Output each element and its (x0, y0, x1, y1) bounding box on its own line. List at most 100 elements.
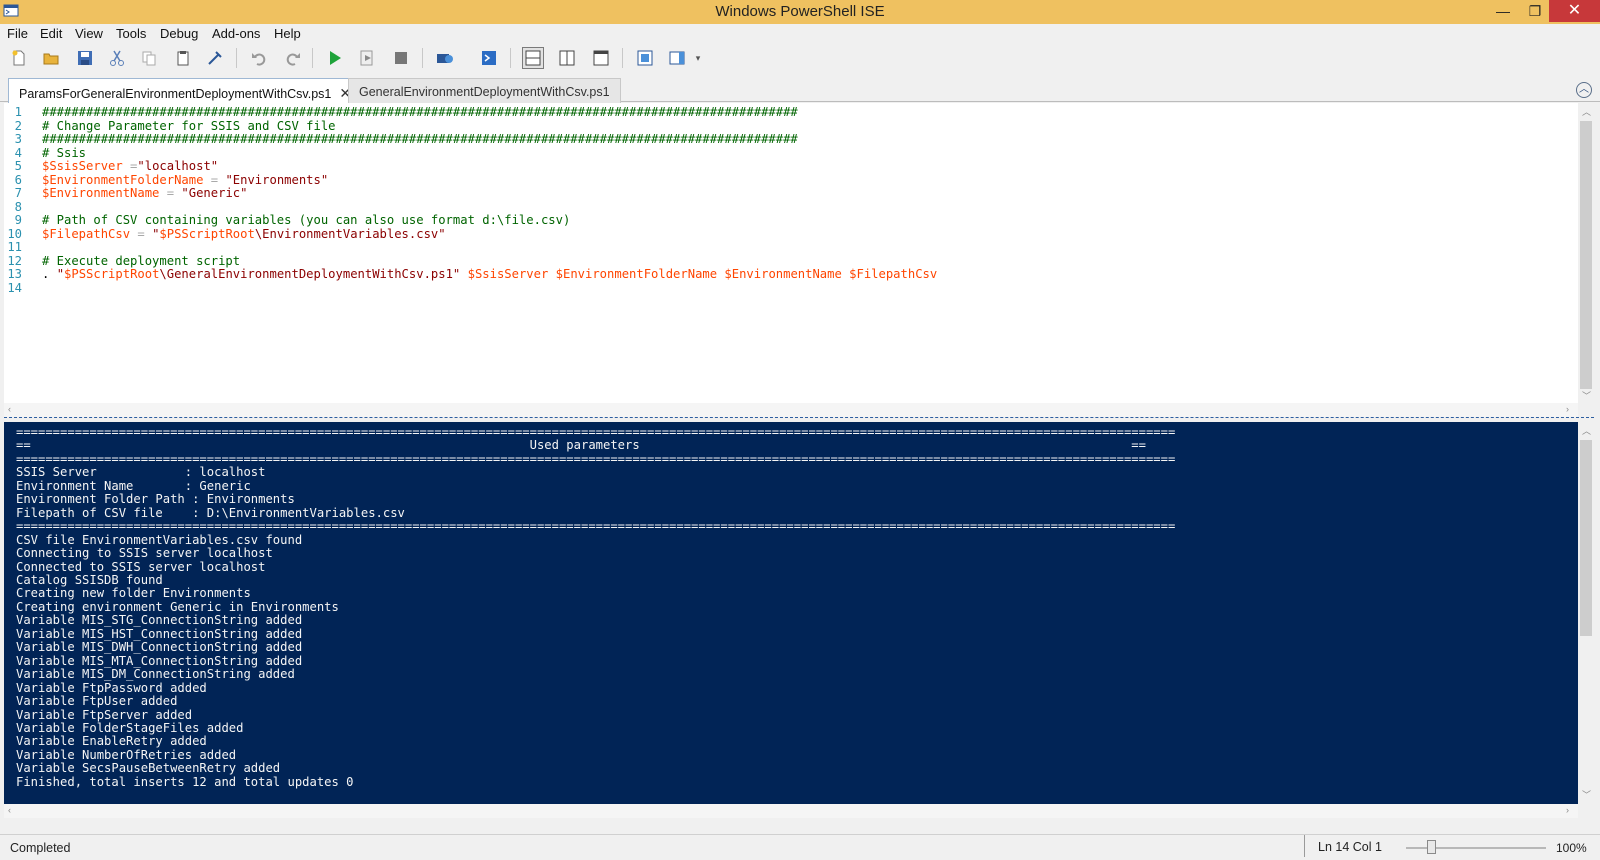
run-selection-icon[interactable] (356, 47, 378, 69)
code-line: 14 (4, 280, 937, 296)
toolbar-separator (422, 48, 423, 68)
code-line: 6 $EnvironmentFolderName = "Environments" (4, 172, 937, 188)
title-bar: Windows PowerShell ISE — ❐ ✕ (0, 0, 1600, 24)
code-token: "localhost" (137, 159, 219, 173)
code-token: $EnvironmentFolderName (42, 172, 204, 187)
menu-addons[interactable]: Add-ons (212, 26, 260, 41)
layout-top-icon[interactable] (522, 47, 544, 69)
line-number: 3 (14, 132, 22, 146)
editor-horizontal-scrollbar[interactable]: ‹ › (4, 403, 1578, 417)
console-pane[interactable]: ========================================… (4, 422, 1578, 804)
editor-vertical-scrollbar[interactable]: ︿ ﹀ (1578, 103, 1594, 403)
scroll-left-icon[interactable]: ‹ (8, 404, 11, 414)
show-commands-icon[interactable] (666, 47, 688, 69)
code-token: = (122, 159, 138, 173)
code-token: \GeneralEnvironmentDeploymentWithCsv.ps1… (159, 267, 461, 281)
console-vertical-scrollbar[interactable]: ︿ ﹀ (1578, 422, 1594, 804)
code-token: = (130, 226, 153, 241)
paste-icon[interactable] (172, 47, 194, 69)
scroll-up-icon[interactable]: ︿ (1582, 105, 1591, 118)
console-horizontal-scrollbar[interactable]: ‹ › (4, 804, 1578, 818)
menu-debug[interactable]: Debug (160, 26, 198, 41)
pane-splitter[interactable] (4, 417, 1594, 421)
tab-params-script[interactable]: ParamsForGeneralEnvironmentDeploymentWit… (8, 78, 363, 103)
scroll-down-icon[interactable]: ﹀ (1582, 788, 1591, 801)
maximize-button[interactable]: ❐ (1520, 0, 1550, 22)
run-icon[interactable] (324, 47, 346, 69)
toolbar-separator (622, 48, 623, 68)
script-code: 1 #######################################… (4, 105, 937, 296)
menu-help[interactable]: Help (274, 26, 301, 41)
menu-bar: File Edit View Tools Debug Add-ons Help (0, 24, 1600, 44)
menu-edit[interactable]: Edit (40, 26, 62, 41)
line-number: 12 (7, 253, 22, 268)
tab-label: ParamsForGeneralEnvironmentDeploymentWit… (19, 87, 332, 101)
code-line: 4 # Ssis (4, 145, 937, 161)
code-line: 11 (4, 240, 937, 255)
line-number: 1 (14, 105, 22, 119)
scroll-right-icon[interactable]: › (1566, 805, 1569, 815)
stop-icon[interactable] (390, 47, 412, 69)
scrollbar-thumb[interactable] (1580, 440, 1592, 636)
code-line: 7 $EnvironmentName = "Generic" (4, 186, 937, 201)
code-line: 9 # Path of CSV containing variables (you… (4, 213, 937, 228)
menu-tools[interactable]: Tools (116, 26, 146, 41)
scroll-up-icon[interactable]: ︿ (1582, 424, 1591, 437)
line-number: 7 (14, 186, 22, 200)
remote-powershell-icon[interactable] (434, 47, 456, 69)
console-output: ========================================… (16, 425, 1176, 789)
code-token: = (159, 186, 182, 200)
redo-icon[interactable] (282, 47, 304, 69)
code-line: 2 # Change Parameter for SSIS and CSV fil… (4, 119, 937, 134)
menu-view[interactable]: View (75, 26, 103, 41)
minimize-button[interactable]: — (1488, 0, 1518, 22)
new-icon[interactable] (8, 47, 30, 69)
layout-right-icon[interactable] (556, 47, 578, 69)
scroll-down-icon[interactable]: ﹀ (1582, 389, 1591, 402)
toolbar-separator (312, 48, 313, 68)
window-title: Windows PowerShell ISE (715, 3, 885, 20)
scroll-left-icon[interactable]: ‹ (8, 805, 11, 815)
menu-file[interactable]: File (7, 26, 28, 41)
cursor-position: Ln 14 Col 1 (1318, 840, 1382, 854)
layout-max-icon[interactable] (590, 47, 612, 69)
code-line: 3 #######################################… (4, 132, 937, 147)
scroll-right-icon[interactable]: › (1566, 404, 1569, 414)
collapse-script-pane-icon[interactable]: ︿ (1576, 82, 1592, 98)
code-line: 12 # Execute deployment script (4, 253, 937, 269)
save-icon[interactable] (74, 47, 96, 69)
code-token: # Ssis (42, 145, 87, 160)
code-token: " (56, 267, 65, 281)
scrollbar-thumb[interactable] (1580, 121, 1592, 389)
copy-icon[interactable] (138, 47, 160, 69)
close-button[interactable]: ✕ (1549, 0, 1600, 22)
tab-deployment-script[interactable]: GeneralEnvironmentDeploymentWithCsv.ps1 (348, 78, 621, 103)
toolbar-overflow-icon[interactable]: ▾ (692, 47, 704, 69)
line-number: 10 (7, 226, 22, 241)
script-editor[interactable]: 1 #######################################… (4, 103, 1578, 403)
code-line: 5 $SsisServer ="localhost" (4, 159, 937, 174)
code-line: 10 $FilepathCsv = "$PSScriptRoot\Environm… (4, 226, 937, 242)
code-token: ########################################… (42, 105, 798, 119)
code-token: $PSScriptRoot (64, 267, 160, 281)
line-number: 4 (14, 145, 22, 160)
line-number: 11 (7, 240, 22, 254)
code-token: ########################################… (42, 132, 798, 146)
code-line: 1 #######################################… (4, 105, 937, 120)
cut-icon[interactable] (106, 47, 128, 69)
command-addon-icon[interactable] (634, 47, 656, 69)
line-number: 13 (7, 267, 22, 281)
code-token: "Environments" (225, 172, 329, 187)
zoom-level: 100% (1556, 841, 1587, 855)
open-icon[interactable] (40, 47, 62, 69)
zoom-slider-thumb[interactable] (1427, 840, 1437, 854)
code-token: $SsisServer (42, 159, 123, 173)
tab-label: GeneralEnvironmentDeploymentWithCsv.ps1 (359, 85, 610, 99)
script-tabs: ParamsForGeneralEnvironmentDeploymentWit… (0, 74, 1600, 103)
line-number: 14 (7, 280, 22, 295)
undo-icon[interactable] (248, 47, 270, 69)
code-line: 13. "$PSScriptRoot\GeneralEnvironmentDep… (4, 267, 937, 282)
console-icon[interactable] (478, 47, 500, 69)
status-bar: Completed Ln 14 Col 1 100% (0, 834, 1600, 860)
clear-icon[interactable] (204, 47, 226, 69)
